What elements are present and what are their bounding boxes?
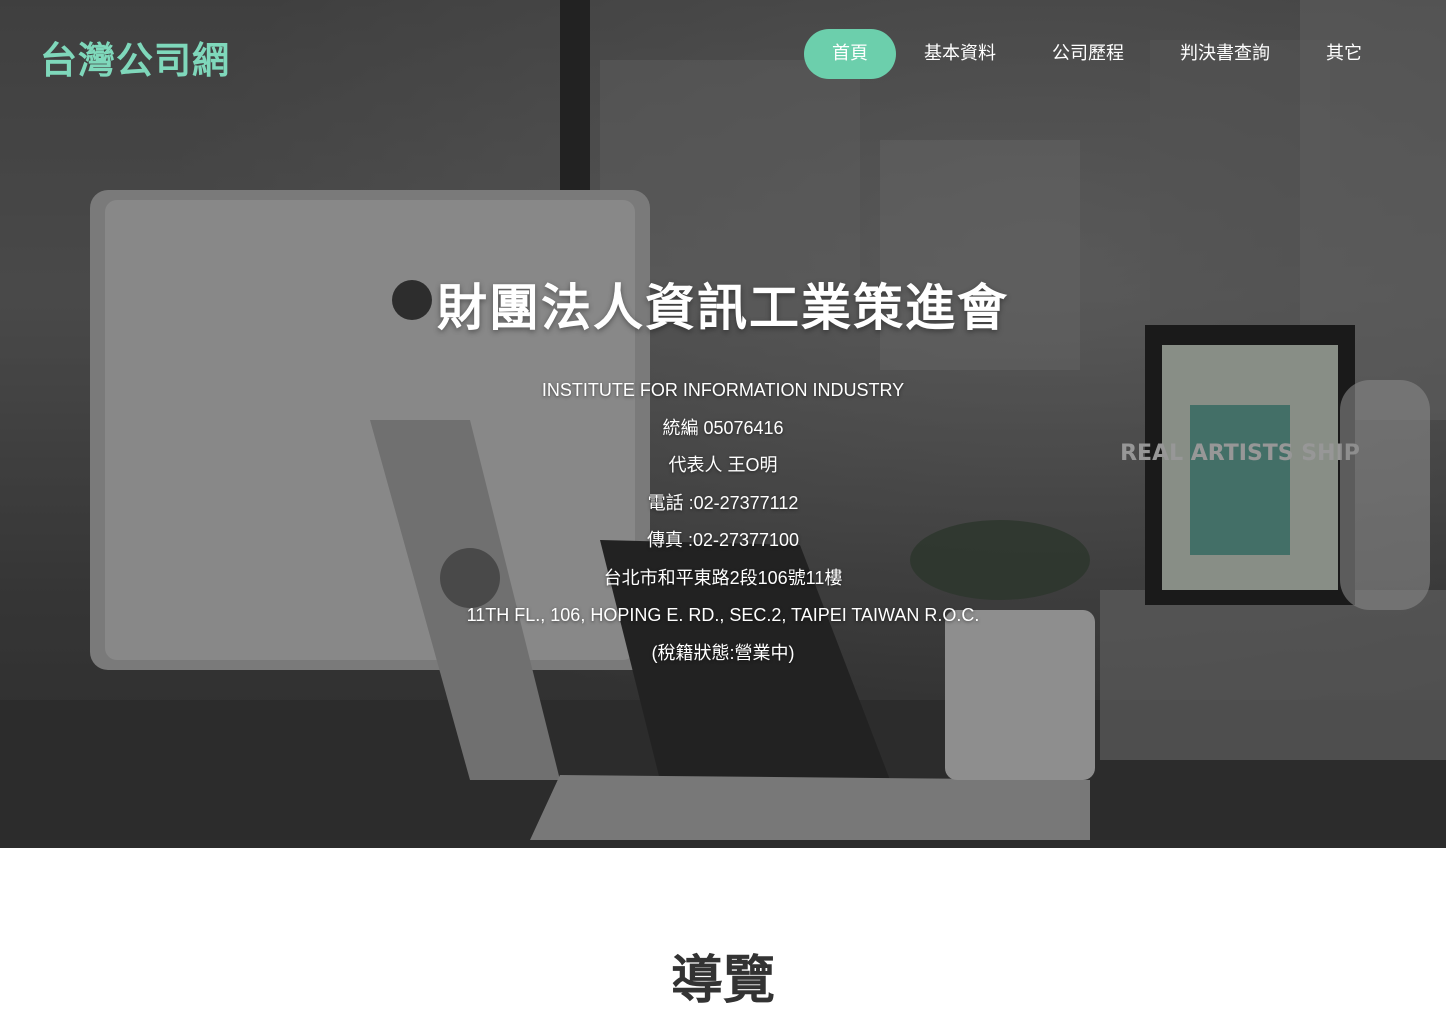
site-logo[interactable]: 台灣公司網 [40,30,230,84]
company-address-en: 11TH FL., 106, HOPING E. RD., SEC.2, TAI… [466,605,980,625]
nav-item-company-history[interactable]: 公司歷程 [1024,29,1152,79]
hero-banner: REAL ARTISTS SHIP 台灣公司網 首頁 基本資料 公司歷程 判決書… [0,0,1446,848]
nav-item-basic-info[interactable]: 基本資料 [896,29,1024,79]
company-english-name: INSTITUTE FOR INFORMATION INDUSTRY [541,380,905,400]
company-fax: 傳真 :02-27377100 [646,530,800,550]
main-nav: 首頁 基本資料 公司歷程 判決書查詢 其它 [804,29,1390,79]
company-representative: 代表人 王O明 [668,455,778,475]
nav-item-home[interactable]: 首頁 [804,29,896,79]
section-title-overview: 導覽 [670,951,775,1011]
nav-item-judgment-search[interactable]: 判決書查詢 [1152,29,1298,79]
company-info: 財團法人資訊工業策進會 INSTITUTE FOR INFORMATION IN… [0,268,1446,672]
company-tax-id: 統編 05076416 [662,417,784,438]
company-phone: 電話 :02-27377112 [647,492,799,513]
company-address-zh: 台北市和平東路2段106號11樓 [603,567,843,588]
company-name: 財團法人資訊工業策進會 [437,279,1009,337]
company-tax-status: (稅籍狀態:營業中) [651,642,795,663]
nav-item-other[interactable]: 其它 [1298,29,1390,79]
